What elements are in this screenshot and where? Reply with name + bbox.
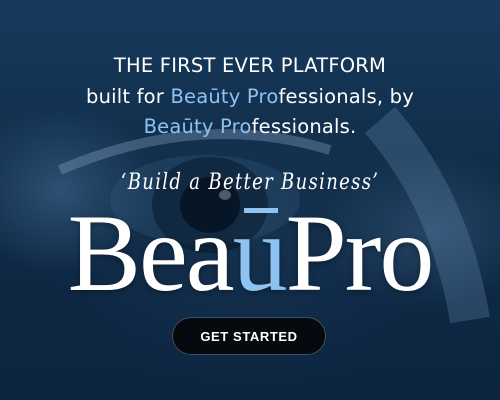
headline-line-3: Beaūty Professionals. [0, 115, 500, 138]
headline-text: built for [86, 85, 171, 108]
brand-highlight: Beaūty [143, 115, 214, 138]
headline-line-2: built for Beaūty Professionals, by [0, 85, 500, 108]
headline-line-1: THE FIRST EVER PLATFORM [113, 54, 387, 77]
brand-highlight: Pro [220, 115, 252, 138]
beaupro-logo: BeauPro [0, 198, 500, 308]
hero-banner: THE FIRST EVER PLATFORM built for Beaūty… [0, 0, 500, 400]
logo-text-pro: Pro [285, 192, 435, 314]
brand-highlight: Pro [246, 85, 279, 108]
logo-macron [244, 208, 278, 213]
headline-text: fessionals, by [278, 85, 414, 108]
headline-text: fessionals. [251, 115, 357, 138]
logo-text-bea: Bea [67, 192, 235, 314]
get-started-button[interactable]: GET STARTED [172, 317, 326, 355]
brand-highlight: Beaūty [170, 85, 241, 108]
